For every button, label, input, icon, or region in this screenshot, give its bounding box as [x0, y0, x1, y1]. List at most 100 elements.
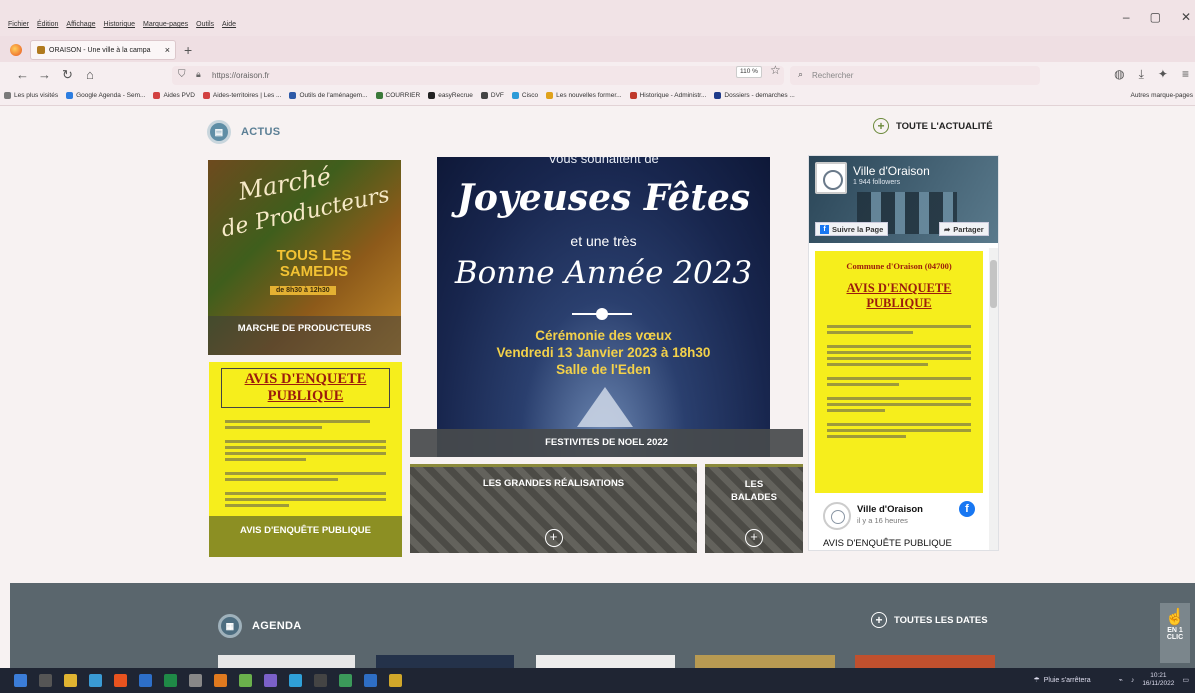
lock-icon[interactable]: 🔒︎ — [196, 69, 201, 80]
bookmark-item[interactable]: COURRIER — [375, 92, 420, 99]
bookmark-item[interactable]: Outils de l'aménagem... — [289, 92, 368, 99]
app-icon[interactable] — [314, 674, 327, 687]
windows-start-icon[interactable] — [14, 674, 27, 687]
edge-icon[interactable] — [89, 674, 102, 687]
firefox-icon[interactable] — [10, 44, 22, 56]
minimize-icon[interactable]: – — [1123, 10, 1130, 24]
bookmark-star-icon[interactable]: ☆ — [770, 63, 781, 77]
clock[interactable]: 10:21 16/11/2022 — [1142, 672, 1174, 688]
app-icon[interactable] — [364, 674, 377, 687]
facebook-icon[interactable]: f — [959, 501, 975, 517]
bookmark-item[interactable]: DVF — [480, 92, 504, 99]
calendar-icon: ▦ — [218, 614, 242, 638]
card-marche-producteurs[interactable]: Marché de Producteurs TOUS LES SAMEDIS d… — [208, 160, 401, 355]
menu-marque-pages[interactable]: Marque-pages — [143, 21, 188, 28]
download-icon[interactable]: ⤓ — [1139, 67, 1144, 82]
fb-post-commune: Commune d'Oraison (04700) — [846, 261, 952, 271]
bookmark-item[interactable]: Les nouvelles former... — [546, 92, 622, 99]
zoom-level[interactable]: 110 % — [736, 66, 762, 78]
other-bookmarks[interactable]: Autres marque-pages — [1130, 92, 1193, 99]
oraison-crest-icon — [815, 162, 847, 194]
fb-post-author[interactable]: Ville d'Oraison — [857, 504, 923, 515]
fb-share-button[interactable]: ➦ Partager — [939, 222, 989, 236]
fb-follow-button[interactable]: f Suivre la Page — [815, 222, 889, 236]
bookmark-item[interactable]: Google Agenda - Sem... — [66, 92, 145, 99]
weather-widget[interactable]: ☂ Pluie s'arrêtera — [1033, 676, 1090, 685]
home-icon[interactable]: ⌂ — [86, 67, 94, 82]
app-icon[interactable] — [339, 674, 352, 687]
menu-fichier[interactable]: Fichier — [8, 21, 29, 28]
pocket-icon[interactable]: ◍ — [1114, 67, 1124, 82]
notifications-icon[interactable]: ▭ — [1182, 676, 1189, 684]
extensions-icon[interactable]: ✦ — [1158, 67, 1168, 82]
marche-tous-les-samedis: TOUS LES SAMEDIS — [276, 247, 352, 280]
bookmark-list: Les plus visités Google Agenda - Sem... Ai… — [4, 92, 795, 99]
menu-aide[interactable]: Aide — [222, 21, 236, 28]
fb-page-name[interactable]: Ville d'Oraison — [853, 164, 930, 178]
rain-icon: ☂ — [1033, 677, 1040, 684]
app-icon[interactable] — [264, 674, 277, 687]
maximize-icon[interactable]: ▢ — [1150, 10, 1161, 24]
app-icon[interactable] — [214, 674, 227, 687]
avatar[interactable] — [823, 502, 851, 530]
agenda-card[interactable] — [855, 655, 995, 668]
actus-title: ▤ ACTUS — [207, 120, 280, 144]
network-icon[interactable]: ⌁ — [1119, 676, 1123, 684]
agenda-card[interactable] — [536, 655, 675, 668]
card-balades[interactable]: LES BALADES + — [705, 464, 803, 553]
bookmark-item[interactable]: Les plus visités — [4, 92, 58, 99]
forward-arrow-icon[interactable]: → — [38, 67, 51, 82]
bookmark-item[interactable]: Aides PVD — [153, 92, 195, 99]
facebook-cover: Ville d'Oraison 1 944 followers f Suivre… — [809, 156, 998, 243]
bookmark-item[interactable]: Dossiers - demarches ... — [714, 92, 795, 99]
bookmark-item[interactable]: easyRecrue — [428, 92, 473, 99]
hand-pointer-icon: ☝ — [1165, 609, 1185, 626]
app-icon[interactable] — [389, 674, 402, 687]
facebook-widget[interactable]: Ville d'Oraison 1 944 followers f Suivre… — [808, 155, 999, 551]
app-icon[interactable] — [239, 674, 252, 687]
app-icon[interactable] — [189, 674, 202, 687]
agenda-card[interactable] — [695, 655, 835, 668]
close-window-icon[interactable]: ✕ — [1181, 10, 1191, 24]
menu-historique[interactable]: Historique — [103, 21, 135, 28]
card-festivites-noel[interactable]: Vous souhaitent de Joyeuses Fêtes et une… — [437, 157, 770, 457]
toutes-les-dates-link[interactable]: + TOUTES LES DATES — [871, 612, 988, 628]
file-explorer-icon[interactable] — [64, 674, 77, 687]
agenda-card[interactable] — [376, 655, 514, 668]
search-bar[interactable]: ⌕ Rechercher — [790, 66, 1040, 85]
shield-icon[interactable]: ⛉ — [178, 69, 186, 80]
bookmark-favicon-icon — [428, 92, 436, 99]
bookmark-label: Aides-territoires | Les ... — [212, 92, 282, 99]
toute-actualite-link[interactable]: + TOUTE L'ACTUALITÉ — [873, 118, 993, 134]
fetes-caption[interactable]: FESTIVITES DE NOEL 2022 — [410, 429, 803, 457]
menu-outils[interactable]: Outils — [196, 21, 214, 28]
back-arrow-icon[interactable]: ← — [16, 67, 29, 82]
menu-edition[interactable]: Édition — [37, 21, 58, 28]
tab-oraison[interactable]: ORAISON - Une ville à la campa × — [30, 40, 176, 60]
volume-icon[interactable]: ♪ — [1131, 677, 1135, 684]
tab-close-icon[interactable]: × — [165, 45, 170, 55]
fb-scrollbar[interactable] — [989, 248, 998, 550]
fb-post-time[interactable]: il y a 16 heures — [857, 516, 908, 525]
avis-heading: AVIS D'ENQUETE PUBLIQUE — [221, 368, 390, 408]
fb-post-image[interactable]: Commune d'Oraison (04700) AVIS D'ENQUETE… — [815, 251, 983, 493]
reload-icon[interactable]: ↻ — [62, 67, 73, 83]
bookmark-favicon-icon — [4, 92, 11, 99]
card-avis-enquete[interactable]: AVIS D'ENQUETE PUBLIQUE AVIS D'ENQUÊTE P… — [209, 362, 402, 557]
task-view-icon[interactable] — [39, 674, 52, 687]
excel-icon[interactable] — [164, 674, 177, 687]
bookmark-item[interactable]: Aides-territoires | Les ... — [202, 92, 282, 99]
menu-affichage[interactable]: Affichage — [66, 21, 95, 28]
agenda-card[interactable] — [218, 655, 355, 668]
firefox-icon[interactable] — [114, 674, 127, 687]
bookmark-item[interactable]: Historique - Administr... — [629, 92, 706, 99]
bookmark-item[interactable]: Cisco — [511, 92, 538, 99]
en-1-clic-button[interactable]: ☝ EN 1 CLIC — [1160, 603, 1190, 663]
hamburger-menu-icon[interactable]: ≡ — [1182, 67, 1189, 82]
card-grandes-realisations[interactable]: LES GRANDES RÉALISATIONS + — [410, 464, 697, 553]
word-icon[interactable] — [139, 674, 152, 687]
new-tab-button[interactable]: + — [184, 42, 192, 58]
fb-scroll-thumb[interactable] — [990, 260, 997, 308]
address-bar[interactable]: ⛉ 🔒︎ https://oraison.fr — [172, 66, 784, 85]
app-icon[interactable] — [289, 674, 302, 687]
